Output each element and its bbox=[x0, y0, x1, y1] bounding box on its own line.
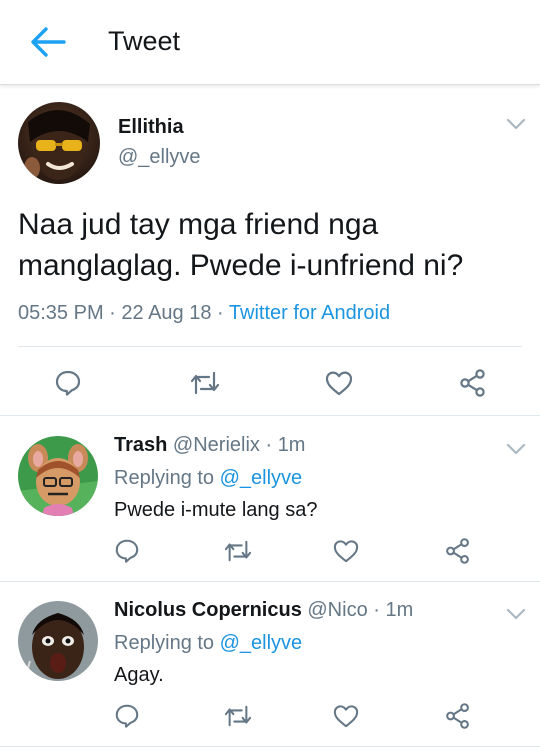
reply-button[interactable] bbox=[54, 369, 82, 397]
replying-to-label: Replying to bbox=[114, 467, 220, 489]
retweet-icon bbox=[190, 371, 220, 395]
retweet-icon bbox=[224, 705, 252, 727]
avatar-nicolus[interactable] bbox=[18, 601, 98, 681]
back-button[interactable] bbox=[26, 22, 70, 62]
replying-to: Replying to @_ellyve bbox=[114, 632, 302, 655]
share-button[interactable] bbox=[444, 537, 472, 565]
share-button[interactable] bbox=[458, 368, 488, 398]
reply-button[interactable] bbox=[114, 538, 140, 564]
author-handle[interactable]: @_ellyve bbox=[118, 146, 201, 169]
like-button[interactable] bbox=[332, 703, 360, 729]
replying-to: Replying to @_ellyve bbox=[114, 467, 302, 490]
reply-header: Nicolus Copernicus @Nico · 1m bbox=[114, 599, 413, 622]
tweet-menu-button[interactable] bbox=[504, 112, 528, 136]
replying-to-label: Replying to bbox=[114, 632, 220, 654]
replying-to-mention[interactable]: @_ellyve bbox=[220, 632, 303, 654]
chevron-down-icon bbox=[506, 118, 526, 130]
arrow-left-icon bbox=[31, 27, 66, 57]
meta-separator: · bbox=[103, 302, 122, 324]
retweet-button[interactable] bbox=[190, 369, 220, 397]
tweet-meta: 05:35 PM · 22 Aug 18 · Twitter for Andro… bbox=[18, 302, 390, 325]
page-title: Tweet bbox=[108, 26, 181, 56]
reply-text: Agay. bbox=[114, 664, 164, 686]
like-button[interactable] bbox=[324, 369, 354, 397]
reply-icon bbox=[115, 539, 139, 563]
chevron-down-icon bbox=[506, 443, 526, 455]
retweet-button[interactable] bbox=[224, 538, 252, 564]
reply-button[interactable] bbox=[114, 703, 140, 729]
retweet-icon bbox=[224, 540, 252, 562]
meta-separator: · bbox=[211, 302, 229, 324]
reply-header: Trash @Nerielix · 1m bbox=[114, 434, 305, 457]
reply-author-handle[interactable]: @Nerielix bbox=[173, 434, 260, 456]
reply-icon bbox=[55, 370, 81, 396]
reply-author-name[interactable]: Trash bbox=[114, 434, 167, 456]
chevron-down-icon bbox=[506, 608, 526, 620]
reply-author-handle[interactable]: @Nico bbox=[307, 599, 367, 621]
reply-time: 1m bbox=[277, 434, 306, 456]
divider bbox=[18, 346, 522, 347]
share-icon bbox=[446, 538, 469, 564]
share-icon bbox=[446, 703, 469, 729]
reply-text: Pwede i-mute lang sa? bbox=[114, 499, 318, 521]
heart-icon bbox=[333, 540, 359, 563]
reply-menu-button[interactable] bbox=[504, 437, 528, 461]
like-button[interactable] bbox=[332, 538, 360, 564]
avatar-trash[interactable] bbox=[18, 436, 98, 516]
tweet-text: Naa jud tay mga friend nga manglaglag. P… bbox=[18, 208, 464, 282]
author-name[interactable]: Ellithia bbox=[118, 116, 184, 139]
reply-divider bbox=[0, 581, 540, 582]
retweet-button[interactable] bbox=[224, 703, 252, 729]
reply-author-name[interactable]: Nicolus Copernicus bbox=[114, 599, 302, 621]
reply-divider bbox=[0, 746, 540, 747]
reply-menu-button[interactable] bbox=[504, 602, 528, 626]
app-bar: Tweet bbox=[0, 0, 540, 85]
tweet-date: 22 Aug 18 bbox=[121, 302, 212, 324]
avatar-ellithia[interactable] bbox=[18, 102, 100, 184]
share-button[interactable] bbox=[444, 702, 472, 730]
tweet-time: 05:35 PM bbox=[18, 302, 104, 324]
heart-icon bbox=[325, 371, 353, 396]
heart-icon bbox=[333, 705, 359, 728]
reply-time: 1m bbox=[385, 599, 414, 621]
tweet-source-link[interactable]: Twitter for Android bbox=[229, 302, 390, 324]
reply-separator: · bbox=[259, 434, 278, 456]
replying-to-mention[interactable]: @_ellyve bbox=[220, 467, 303, 489]
section-divider bbox=[0, 415, 540, 416]
reply-separator: · bbox=[367, 599, 386, 621]
share-icon bbox=[460, 369, 485, 397]
reply-icon bbox=[115, 704, 139, 728]
